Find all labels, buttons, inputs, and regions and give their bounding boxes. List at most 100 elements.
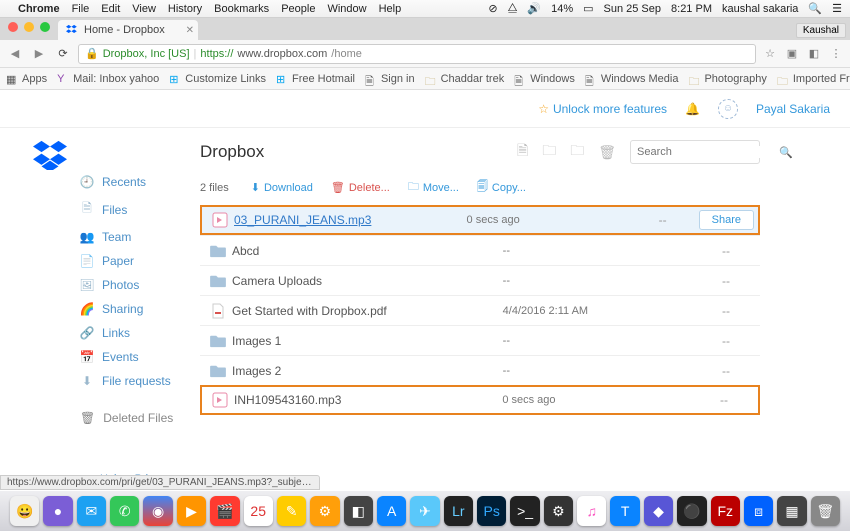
address-bar[interactable]: 🔒 Dropbox, Inc [US] | https://www.dropbo… [78,44,756,64]
sidebar-item-links[interactable]: 🔗Links [80,321,200,345]
star-icon[interactable]: ☆ [762,46,778,62]
dock-app-icon[interactable]: Fz [711,496,740,526]
bookmark-item[interactable]: 🗀Photography [688,73,766,85]
dock-app-icon[interactable]: ● [43,496,72,526]
menubar-app[interactable]: Chrome [18,3,60,15]
search-input[interactable]: 🔍 [630,140,760,164]
dock-app-icon[interactable]: ⚙ [310,496,339,526]
dock-app-icon[interactable]: T [610,496,639,526]
bookmark-item[interactable]: 🗎Sign in [365,73,415,85]
unlock-features-link[interactable]: ☆ Unlock more features [538,102,667,116]
dock-app-icon[interactable]: ✉ [77,496,106,526]
photo-icon: 🖼 [80,278,94,292]
dock-app-icon[interactable]: ✆ [110,496,139,526]
sidebar-item-events[interactable]: 📅Events [80,345,200,369]
minimize-window-button[interactable] [24,22,34,32]
dock-app-icon[interactable]: 🗑 [811,496,840,526]
menubar-user[interactable]: kaushal sakaria [722,3,798,15]
sidebar-item-files[interactable]: 🗎Files [80,194,200,225]
download-button[interactable]: ⬇Download [251,181,313,194]
dock-app-icon[interactable]: ◆ [644,496,673,526]
dock-app-icon[interactable]: ◧ [344,496,373,526]
trash-icon[interactable]: 🗑 [598,144,616,161]
file-row[interactable]: 03_PURANI_JEANS.mp3 0 secs ago -- Share [200,205,760,235]
browser-tab[interactable]: Home - Dropbox ✕ [58,20,198,40]
dropbox-logo[interactable] [20,128,80,425]
menu-file[interactable]: File [72,3,90,15]
cast-icon[interactable]: ▣ [784,46,800,62]
dock-app-icon[interactable]: ✎ [277,496,306,526]
upload-file-icon[interactable]: 🗎 [517,140,528,164]
menu-bookmarks[interactable]: Bookmarks [214,3,269,15]
avatar[interactable]: ☺ [718,99,738,119]
bookmark-item[interactable]: ⊞Customize Links [169,73,266,85]
extension-icon[interactable]: ◧ [806,46,822,62]
file-row[interactable]: Camera Uploads -- -- [200,265,760,295]
dock-app-icon[interactable]: ⧈ [744,496,773,526]
maximize-window-button[interactable] [40,22,50,32]
file-name[interactable]: 03_PURANI_JEANS.mp3 [234,213,371,227]
dock-app-icon[interactable]: ▦ [777,496,806,526]
share-button[interactable]: Share [699,210,754,230]
sidebar-item-sharing[interactable]: 🌈Sharing [80,297,200,321]
volume-icon[interactable]: 🔊 [527,2,541,15]
dock-app-icon[interactable]: ◉ [143,496,172,526]
sidebar-item-photos[interactable]: 🖼Photos [80,273,200,297]
bookmark-apps[interactable]: ▦Apps [6,73,47,85]
new-folder-icon[interactable]: 🗀 [542,140,556,164]
file-row[interactable]: Images 2 -- -- [200,355,760,385]
sidebar-item-paper[interactable]: 📄Paper [80,249,200,273]
sidebar-item-recents[interactable]: 🕘Recents [80,170,200,194]
menu-edit[interactable]: Edit [101,3,120,15]
bookmark-item[interactable]: ⊞Free Hotmail [276,73,355,85]
menu-icon[interactable]: ☰ [832,2,842,15]
back-button[interactable]: ◀ [6,45,24,63]
dock-app-icon[interactable]: 😀 [10,496,39,526]
wifi-icon[interactable]: ⧋ [508,2,518,15]
close-tab-icon[interactable]: ✕ [186,25,194,36]
shared-folder-icon[interactable]: 🗀 [570,140,584,164]
move-button[interactable]: 🗀Move... [408,178,459,197]
menu-history[interactable]: History [168,3,202,15]
search-icon[interactable]: 🔍 [808,2,822,15]
notifications-icon[interactable]: 🔔 [685,102,700,116]
file-row[interactable]: Get Started with Dropbox.pdf 4/4/2016 2:… [200,295,760,325]
file-extra: -- [696,364,756,378]
dock-app-icon[interactable]: Ps [477,496,506,526]
battery-icon: ▭ [583,2,593,15]
dock-app-icon[interactable]: Lr [444,496,473,526]
bookmark-item[interactable]: 🗎Windows Media [585,73,679,85]
bookmark-item[interactable]: 🗀Chaddar trek [425,73,505,85]
dock-app-icon[interactable]: ▶ [177,496,206,526]
dock-app-icon[interactable]: 🎬 [210,496,239,526]
close-window-button[interactable] [8,22,18,32]
sidebar-item-deleted[interactable]: 🗑Deleted Files [80,411,200,425]
bookmark-item[interactable]: 🗎Windows [514,73,575,85]
menubar-time[interactable]: 8:21 PM [671,3,712,15]
file-row[interactable]: Abcd -- -- [200,235,760,265]
copy-button[interactable]: 🗐Copy... [477,178,526,197]
menu-window[interactable]: Window [327,3,366,15]
reload-button[interactable]: ⟳ [54,45,72,63]
sidebar-item-team[interactable]: 👥Team [80,225,200,249]
account-name[interactable]: Payal Sakaria [756,102,830,116]
file-row[interactable]: Images 1 -- -- [200,325,760,355]
chrome-menu-icon[interactable]: ⋮ [828,46,844,62]
dock-app-icon[interactable]: 25 [244,496,273,526]
dock-app-icon[interactable]: ⚫ [677,496,706,526]
chrome-profile-button[interactable]: Kaushal [796,23,846,38]
sidebar-item-file-requests[interactable]: ⬇File requests [80,369,200,393]
menu-view[interactable]: View [132,3,156,15]
menubar-date[interactable]: Sun 25 Sep [604,3,662,15]
menu-people[interactable]: People [281,3,315,15]
dock-app-icon[interactable]: >_ [510,496,539,526]
file-row[interactable]: INH109543160.mp3 0 secs ago -- [200,385,760,415]
delete-button[interactable]: 🗑Delete... [331,181,390,194]
bookmark-item[interactable]: 🗀Imported From IE [777,73,850,85]
dock-app-icon[interactable]: A [377,496,406,526]
menu-help[interactable]: Help [379,3,402,15]
dock-app-icon[interactable]: ✈ [410,496,439,526]
dock-app-icon[interactable]: ⚙ [544,496,573,526]
bookmark-item[interactable]: YMail: Inbox yahoo [57,73,159,85]
dock-app-icon[interactable]: ♫ [577,496,606,526]
